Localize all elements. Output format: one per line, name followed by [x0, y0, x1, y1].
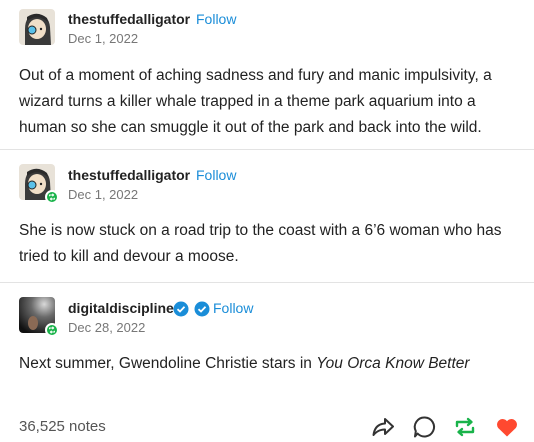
- follow-button[interactable]: Follow: [196, 167, 236, 183]
- verified-badges: [173, 301, 210, 317]
- post-date[interactable]: Dec 1, 2022: [68, 31, 138, 46]
- heart-icon[interactable]: [494, 414, 520, 440]
- post-text: Out of a moment of aching sadness and fu…: [19, 67, 492, 136]
- verified-icon: [173, 301, 189, 317]
- username[interactable]: thestuffedalligator: [68, 167, 190, 183]
- username[interactable]: thestuffedalligator: [68, 11, 190, 27]
- post-1: thestuffedalligator Follow Dec 1, 2022 O…: [0, 0, 534, 148]
- post-3: digitaldiscipline Follow Dec 28, 2022 Ne…: [0, 283, 534, 383]
- verified-icon: [194, 301, 210, 317]
- username[interactable]: digitaldiscipline: [68, 300, 174, 316]
- share-icon[interactable]: [370, 414, 396, 440]
- avatar[interactable]: [19, 9, 55, 45]
- post-text: She is now stuck on a road trip to the c…: [19, 222, 502, 265]
- notes-count[interactable]: 36,525 notes: [19, 418, 106, 435]
- post-2: thestuffedalligator Follow Dec 1, 2022 S…: [0, 150, 534, 282]
- reply-icon[interactable]: [412, 414, 438, 440]
- reblog-badge-icon: [45, 323, 59, 337]
- follow-button[interactable]: Follow: [213, 300, 253, 316]
- reblog-badge-icon: [45, 190, 59, 204]
- post-text-title: You Orca Know Better: [316, 355, 470, 372]
- post-date[interactable]: Dec 1, 2022: [68, 187, 138, 202]
- post-text-plain: Next summer, Gwendoline Christie stars i…: [19, 355, 317, 372]
- reblog-icon[interactable]: [452, 414, 478, 440]
- post-date[interactable]: Dec 28, 2022: [68, 320, 145, 335]
- post-text: Next summer, Gwendoline Christie stars i…: [19, 351, 519, 377]
- follow-button[interactable]: Follow: [196, 11, 236, 27]
